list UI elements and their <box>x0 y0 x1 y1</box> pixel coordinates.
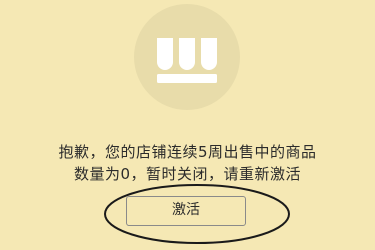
closed-message-line-2: 数量为0，暂时关闭，请重新激活 <box>73 165 302 183</box>
closed-message-line-1: 抱歉，您的店铺连续5周出售中的商品 <box>58 143 317 161</box>
store-closed-icon <box>134 4 240 110</box>
activate-button[interactable]: 激活 <box>126 196 246 226</box>
store-closed-screen: 抱歉，您的店铺连续5周出售中的商品 数量为0，暂时关闭，请重新激活 激活 <box>0 0 375 250</box>
